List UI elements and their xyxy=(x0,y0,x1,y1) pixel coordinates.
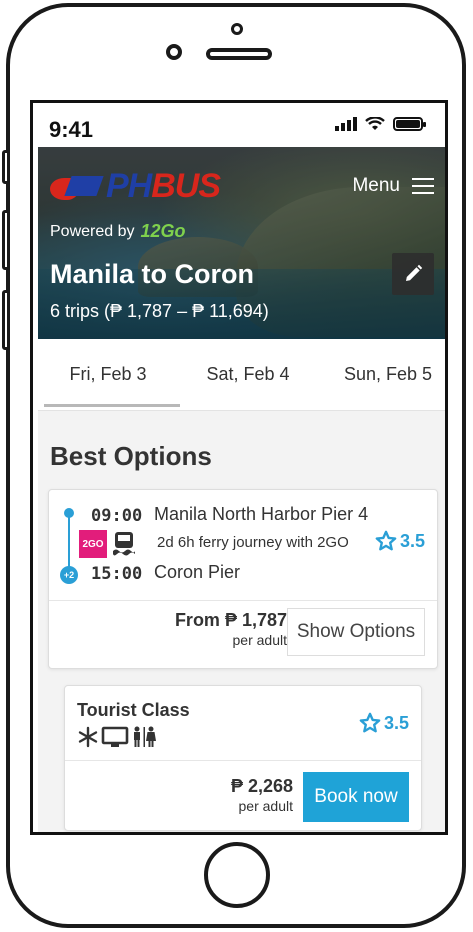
operator-logo: 2GO xyxy=(79,530,107,558)
restroom-icon xyxy=(134,726,156,747)
class-rating-value: 3.5 xyxy=(383,712,409,733)
brand-text: PHBUS xyxy=(106,167,221,205)
hamburger-icon xyxy=(412,178,434,194)
pencil-icon xyxy=(406,264,423,281)
show-options-button[interactable]: Show Options xyxy=(287,608,425,656)
powered-by: Powered by 12Go xyxy=(50,221,186,242)
trip-rating: 3.5 xyxy=(375,530,425,552)
tab-date-2[interactable]: Sun, Feb 5 xyxy=(318,339,445,410)
tab-date-1[interactable]: Sat, Feb 4 xyxy=(178,339,318,410)
phone-speaker xyxy=(206,48,272,60)
app-screen: 9:41 PHBUS Menu Powered by 12Go Manila t… xyxy=(30,100,448,835)
ferry-icon xyxy=(113,532,135,556)
arrival-time: 15:00 xyxy=(91,564,143,584)
star-icon xyxy=(375,530,397,551)
hero-banner: PHBUS Menu Powered by 12Go Manila to Cor… xyxy=(38,147,445,339)
wifi-icon xyxy=(365,117,385,130)
snowflake-icon xyxy=(78,726,98,748)
signal-icon xyxy=(335,117,357,131)
class-rating: 3.5 xyxy=(359,712,409,734)
tv-icon xyxy=(101,726,129,747)
trip-card[interactable]: +2 09:00 Manila North Harbor Pier 4 2GO … xyxy=(48,489,438,669)
battery-icon xyxy=(393,117,426,131)
phone-side-button xyxy=(2,290,10,350)
phone-camera xyxy=(166,44,182,60)
brand-logo[interactable]: PHBUS xyxy=(50,167,221,206)
arrival-place: Coron Pier xyxy=(154,562,241,582)
trip-price: From ₱ 1,787 per adult xyxy=(175,610,287,648)
section-title: Best Options xyxy=(50,441,212,471)
book-now-button[interactable]: Book now xyxy=(303,772,409,822)
departure-place: Manila North Harbor Pier 4 xyxy=(154,504,369,524)
powered-by-label: Powered by xyxy=(50,222,135,240)
status-time: 9:41 xyxy=(49,117,94,142)
day-offset-badge: +2 xyxy=(60,566,78,584)
class-price-value: ₱ 2,268 xyxy=(230,776,293,796)
phone-front-sensor xyxy=(231,23,243,35)
route-subtitle: 6 trips (₱ 1,787 – ₱ 11,694) xyxy=(50,301,269,321)
powered-by-logo[interactable]: 12Go xyxy=(141,221,186,242)
amenities xyxy=(77,726,157,748)
route-title: Manila to Coron xyxy=(50,259,254,289)
trip-price-value: From ₱ 1,787 xyxy=(174,610,287,630)
phone-side-button xyxy=(2,150,10,184)
journey-description: 2d 6h ferry journey with 2GO xyxy=(157,534,349,551)
status-bar: 9:41 xyxy=(33,103,445,147)
date-tabs: Fri, Feb 3 Sat, Feb 4 Sun, Feb 5 xyxy=(38,339,445,411)
trip-price-unit: per adult xyxy=(232,632,287,648)
status-icons xyxy=(335,117,426,131)
class-title: Tourist Class xyxy=(77,700,190,720)
menu-button[interactable]: Menu xyxy=(352,175,434,197)
phone-home-button[interactable] xyxy=(204,842,270,908)
departure-time: 09:00 xyxy=(91,506,143,526)
star-icon xyxy=(359,712,381,733)
class-option-card[interactable]: Tourist Class 3.5 ₱ 2,268 per adult Book… xyxy=(64,685,422,831)
trip-timeline: +2 xyxy=(60,508,78,584)
edit-search-button[interactable] xyxy=(392,253,434,295)
brand-mark-icon xyxy=(50,172,104,202)
results-content: Best Options +2 09:00 Manila North Harbo… xyxy=(38,411,445,832)
class-price-unit: per adult xyxy=(238,798,293,814)
trip-rating-value: 3.5 xyxy=(399,530,425,551)
tab-date-0[interactable]: Fri, Feb 3 xyxy=(38,339,180,410)
phone-side-button xyxy=(2,210,10,270)
class-price: ₱ 2,268 per adult xyxy=(231,776,293,814)
menu-label: Menu xyxy=(352,175,400,196)
